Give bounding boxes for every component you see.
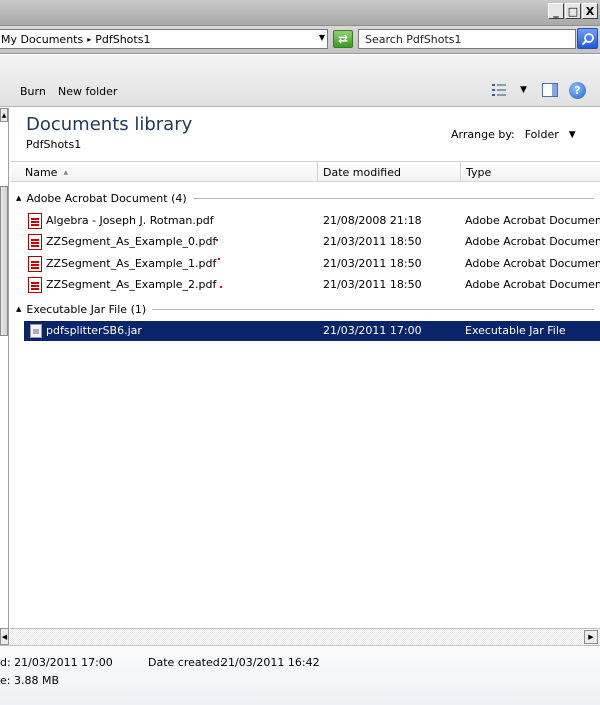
- decorative-dot: [218, 258, 220, 260]
- column-header-type[interactable]: Type: [461, 162, 600, 182]
- close-button[interactable]: X: [582, 3, 598, 19]
- group-collapse-icon[interactable]: ▲: [16, 194, 21, 202]
- file-date: 21/08/2008 21:18: [323, 214, 422, 227]
- horizontal-scrollbar[interactable]: ▶: [10, 628, 600, 645]
- file-row[interactable]: ZZSegment_As_Example_2.pdf 21/03/2011 18…: [24, 275, 600, 295]
- navigation-pane[interactable]: ▲: [0, 108, 9, 645]
- column-header-name-label: Name: [25, 165, 58, 179]
- title-bar: _ □ X: [0, 0, 600, 26]
- pdf-file-icon: [28, 256, 42, 272]
- file-row-selected[interactable]: pdfsplitterSB6.jar 21/03/2011 17:00 Exec…: [24, 321, 600, 341]
- file-date: 21/03/2011 18:50: [323, 235, 422, 248]
- file-date: 21/03/2011 18:50: [323, 257, 422, 270]
- refresh-icon: ⇄: [337, 32, 349, 46]
- minimize-button[interactable]: _: [548, 3, 564, 19]
- hscroll-right-icon[interactable]: ▶: [584, 630, 598, 644]
- detail-date-created-label: Date created:: [148, 656, 224, 669]
- window-controls: _ □ X: [548, 3, 598, 19]
- pdf-file-icon: [28, 234, 42, 250]
- column-header-name[interactable]: Name ▲: [20, 162, 318, 182]
- help-icon[interactable]: ?: [569, 82, 586, 99]
- file-date: 21/03/2011 18:50: [323, 278, 422, 291]
- file-name: Algebra - Joseph J. Rotman.pdf: [46, 214, 214, 227]
- file-row[interactable]: ZZSegment_As_Example_1.pdf 21/03/2011 18…: [24, 254, 600, 274]
- column-header-type-label: Type: [466, 165, 492, 179]
- nav-scrollbar-thumb[interactable]: [0, 186, 8, 336]
- file-type: Executable Jar File: [465, 324, 566, 337]
- breadcrumb-my-documents[interactable]: My Documents: [1, 33, 83, 46]
- detail-date-modified: d: 21/03/2011 17:00: [0, 656, 113, 669]
- group-header-jar[interactable]: ▲ Executable Jar File (1): [16, 301, 594, 317]
- burn-button[interactable]: Burn: [20, 85, 46, 98]
- breadcrumb[interactable]: My Documents ▸ PdfShots1 ▼: [0, 29, 328, 49]
- library-subtitle: PdfShots1: [26, 138, 82, 151]
- new-folder-button[interactable]: New folder: [58, 85, 117, 98]
- search-icon: [581, 32, 594, 45]
- decorative-dot: [220, 286, 222, 288]
- maximize-button[interactable]: □: [565, 3, 581, 19]
- view-details-icon[interactable]: [492, 84, 506, 96]
- arrange-by-dropdown-icon[interactable]: ▼: [569, 130, 576, 140]
- pdf-file-icon: [28, 213, 42, 229]
- nav-scroll-up-icon[interactable]: ▲: [0, 108, 8, 122]
- search-input[interactable]: Search PdfShots1: [358, 29, 576, 49]
- file-type: Adobe Acrobat Document: [465, 235, 600, 248]
- file-row[interactable]: ZZSegment_As_Example_0.pdf 21/03/2011 18…: [24, 232, 600, 252]
- file-row[interactable]: Algebra - Joseph J. Rotman.pdf 21/08/200…: [24, 211, 600, 231]
- preview-pane-icon[interactable]: [542, 83, 558, 97]
- breadcrumb-pdfshots1[interactable]: PdfShots1: [95, 33, 150, 46]
- breadcrumb-separator-icon[interactable]: ▸: [87, 35, 91, 44]
- arrange-by-label: Arrange by:: [451, 128, 515, 141]
- file-name: ZZSegment_As_Example_0.pdf: [46, 235, 217, 248]
- search-button[interactable]: [577, 28, 598, 49]
- file-type: Adobe Acrobat Document: [465, 214, 600, 227]
- command-bar: Burn New folder ▼ ?: [0, 55, 600, 107]
- address-bar: My Documents ▸ PdfShots1 ▼ ⇄ Search PdfS…: [0, 26, 600, 54]
- details-pane: d: 21/03/2011 17:00 Date created: 21/03/…: [0, 645, 600, 705]
- refresh-button[interactable]: ⇄: [333, 30, 353, 48]
- detail-date-created-value: 21/03/2011 16:42: [221, 656, 320, 669]
- file-name: ZZSegment_As_Example_2.pdf: [46, 278, 217, 291]
- library-title: Documents library: [26, 114, 193, 135]
- column-header-date-label: Date modified: [323, 165, 401, 179]
- arrange-by: Arrange by: Folder ▼: [451, 128, 576, 141]
- file-type: Adobe Acrobat Document: [465, 257, 600, 270]
- file-name: ZZSegment_As_Example_1.pdf: [46, 257, 217, 270]
- search-placeholder: Search PdfShots1: [365, 32, 462, 46]
- decorative-dot: [216, 239, 218, 241]
- detail-size: e: 3.88 MB: [0, 674, 59, 687]
- file-type: Adobe Acrobat Document: [465, 278, 600, 291]
- group-label: Executable Jar File (1): [26, 302, 147, 316]
- view-dropdown-icon[interactable]: ▼: [520, 85, 527, 95]
- file-name: pdfsplitterSB6.jar: [46, 324, 142, 337]
- jar-file-icon: [30, 324, 42, 338]
- address-dropdown-icon[interactable]: ▼: [319, 33, 325, 42]
- group-label: Adobe Acrobat Document (4): [26, 191, 187, 205]
- file-list-pane: Documents library PdfShots1 Arrange by: …: [10, 108, 600, 628]
- hscroll-left-icon[interactable]: ◀: [0, 628, 9, 645]
- arrange-by-value[interactable]: Folder: [525, 128, 559, 141]
- column-header-date-modified[interactable]: Date modified: [318, 162, 461, 182]
- group-header-acrobat[interactable]: ▲ Adobe Acrobat Document (4): [16, 190, 594, 206]
- column-headers: Name ▲ Date modified Type: [10, 161, 600, 182]
- file-date: 21/03/2011 17:00: [323, 324, 422, 337]
- group-divider: [152, 308, 594, 310]
- pdf-file-icon: [28, 277, 42, 293]
- sort-ascending-icon: ▲: [63, 168, 69, 176]
- group-collapse-icon[interactable]: ▲: [16, 305, 21, 313]
- group-divider: [192, 197, 594, 199]
